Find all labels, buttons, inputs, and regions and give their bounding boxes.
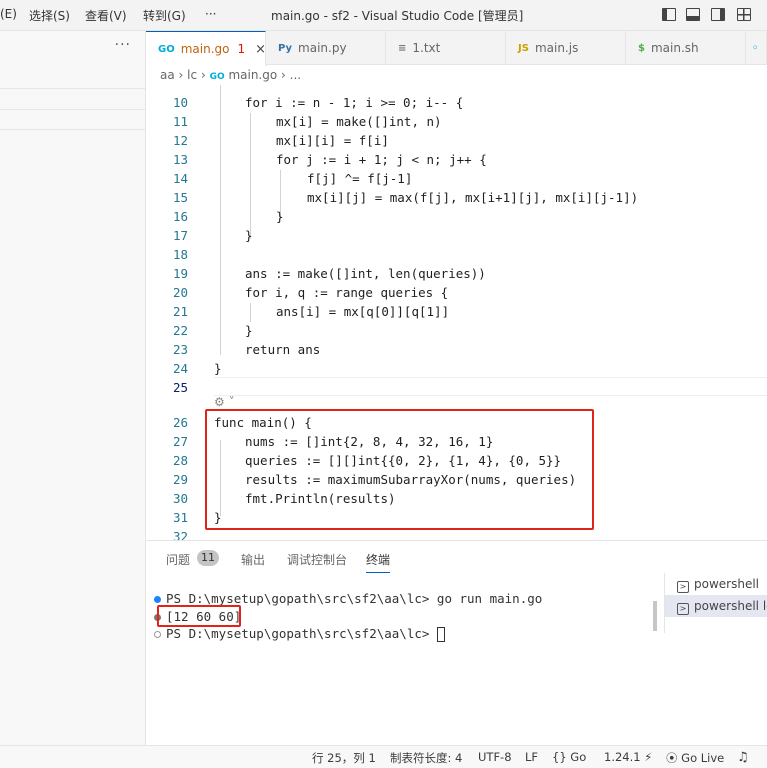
- chevron-right-icon: ›: [200, 68, 210, 82]
- code-line: 24}: [172, 361, 222, 376]
- highlight-annotation-box: [205, 409, 594, 530]
- customize-layout-icon[interactable]: [737, 8, 751, 21]
- terminal-prompt-dot: [154, 631, 161, 638]
- code-editor[interactable]: ⚙ ˅ 10 for i := n - 1; i >= 0; i-- { 11 mx…: [146, 85, 767, 545]
- breadcrumb-item[interactable]: main.go: [228, 68, 277, 82]
- code-line: 13 for j := i + 1; j < n; j++ {: [172, 152, 487, 167]
- tab-problems[interactable]: 问题: [166, 551, 190, 568]
- code-line: 17}: [172, 228, 253, 243]
- menu-more[interactable]: ···: [205, 7, 216, 21]
- menu-view[interactable]: 查看(V): [85, 7, 127, 24]
- terminal-instance[interactable]: > powershell: [665, 573, 767, 595]
- close-icon[interactable]: ×: [255, 42, 266, 57]
- tab-label: main.js: [534, 41, 579, 55]
- terminal-instance-selected[interactable]: > powershell lc: [665, 595, 767, 617]
- status-bar: 行 25，列 1 制表符长度: 4 UTF-8 LF {} Go 1.24.1 …: [0, 745, 767, 768]
- lightning-icon: ⚡: [640, 750, 653, 764]
- code-line: 18: [172, 247, 188, 262]
- sidebar-divider: [0, 109, 146, 110]
- terminal-prompt-line[interactable]: PS D:\mysetup\gopath\src\sf2\aa\lc>: [166, 626, 445, 642]
- toggle-secondary-sidebar-icon[interactable]: [711, 8, 725, 21]
- tab-label: main.py: [298, 41, 347, 55]
- status-go-live[interactable]: ⦿ Go Live: [666, 750, 724, 766]
- chevron-right-icon: ›: [178, 68, 188, 82]
- tab-main-go[interactable]: GO main.go 1 ×: [146, 31, 266, 66]
- code-line: 21 ans[i] = mx[q[0]][q[1]]: [172, 304, 450, 319]
- code-line: 23 return ans: [172, 342, 321, 357]
- status-eol[interactable]: LF: [525, 750, 538, 764]
- terminal-list: > powershell > powershell lc: [664, 573, 767, 633]
- status-cursor-position[interactable]: 行 25，列 1: [312, 750, 376, 766]
- status-encoding[interactable]: UTF-8: [478, 750, 512, 764]
- bottom-panel: 问题 11 输出 调试控制台 终端 PS D:\mysetup\gopath\s…: [146, 540, 767, 745]
- javascript-file-icon: JS: [518, 42, 529, 54]
- toggle-panel-icon[interactable]: [686, 8, 700, 21]
- terminal-icon: >: [677, 603, 689, 615]
- tab-problem-badge: 1: [237, 42, 246, 56]
- editor-tab-bar: GO main.go 1 × Py main.py ≡ 1.txt JS mai…: [146, 31, 767, 66]
- code-line: 19 ans := make([]int, len(queries)): [172, 266, 486, 281]
- file-icon: ◦: [752, 42, 759, 54]
- tab-main-js[interactable]: JS main.js: [506, 31, 626, 65]
- title-bar: (E) 选择(S) 查看(V) 转到(G) ··· main.go - sf2 …: [0, 0, 767, 31]
- sidebar-divider: [0, 129, 146, 130]
- sidebar-divider: [0, 88, 146, 89]
- code-line: 16}: [172, 209, 284, 224]
- python-file-icon: Py: [278, 42, 293, 54]
- menu-edit[interactable]: (E): [0, 7, 17, 21]
- output-annotation-box: [157, 605, 241, 627]
- broadcast-icon: ⦿: [666, 751, 682, 765]
- problems-count-badge: 11: [197, 550, 219, 566]
- chevron-right-icon: ›: [281, 68, 290, 82]
- tab-debug-console[interactable]: 调试控制台: [287, 551, 347, 568]
- tab-1-txt[interactable]: ≡ 1.txt: [386, 31, 506, 65]
- tab-main-py[interactable]: Py main.py: [266, 31, 386, 65]
- text-file-icon: ≡: [398, 42, 407, 54]
- menu-goto[interactable]: 转到(G): [143, 7, 186, 24]
- status-go-version[interactable]: 1.24.1 ⚡: [604, 750, 652, 764]
- toggle-sidebar-icon[interactable]: [662, 8, 676, 21]
- menu-selection[interactable]: 选择(S): [29, 7, 70, 24]
- code-line: 14 f[j] ^= f[j-1]: [172, 171, 413, 186]
- status-language[interactable]: {} Go: [552, 750, 586, 764]
- code-line-current: 25: [172, 380, 188, 395]
- tab-overflow[interactable]: ◦: [746, 31, 767, 65]
- tab-output[interactable]: 输出: [241, 551, 265, 568]
- terminal-scrollbar[interactable]: [653, 601, 657, 631]
- code-line: 15 mx[i][j] = max(f[j], mx[i+1][j], mx[i]…: [172, 190, 639, 205]
- go-file-icon: GO: [209, 72, 225, 82]
- tab-label: 1.txt: [412, 41, 441, 55]
- sidebar: ···: [0, 31, 146, 745]
- breadcrumb: aa › lc › GO main.go › ...: [160, 68, 301, 82]
- codelens-gear-icon[interactable]: ⚙ ˅: [214, 395, 235, 409]
- shell-file-icon: $: [638, 42, 645, 54]
- tab-main-sh[interactable]: $ main.sh: [626, 31, 746, 65]
- code-line: 20 for i, q := range queries {: [172, 285, 449, 300]
- code-line: 12 mx[i][i] = f[i]: [172, 133, 389, 148]
- window-title: main.go - sf2 - Visual Studio Code [管理员]: [271, 9, 524, 23]
- breadcrumb-item[interactable]: lc: [187, 68, 197, 82]
- terminal-cursor: [436, 627, 445, 642]
- terminal-success-dot: [154, 596, 161, 603]
- sidebar-more-icon[interactable]: ···: [115, 37, 131, 53]
- code-line: 11 mx[i] = make([]int, n): [172, 114, 442, 129]
- terminal-line: PS D:\mysetup\gopath\src\sf2\aa\lc> go r…: [166, 591, 543, 606]
- breadcrumb-item[interactable]: aa: [160, 68, 175, 82]
- tab-terminal[interactable]: 终端: [366, 551, 391, 573]
- status-tab-size[interactable]: 制表符长度: 4: [390, 750, 462, 766]
- code-line: 22}: [172, 323, 253, 338]
- tab-label: main.sh: [650, 41, 699, 55]
- braces-icon: {}: [552, 750, 571, 764]
- tab-label: main.go: [180, 42, 230, 56]
- notifications-icon[interactable]: ♫: [737, 750, 749, 765]
- go-file-icon: GO: [158, 43, 175, 55]
- breadcrumb-item[interactable]: ...: [290, 68, 301, 82]
- code-line: 10 for i := n - 1; i >= 0; i-- {: [172, 95, 464, 110]
- terminal-icon: >: [677, 581, 689, 593]
